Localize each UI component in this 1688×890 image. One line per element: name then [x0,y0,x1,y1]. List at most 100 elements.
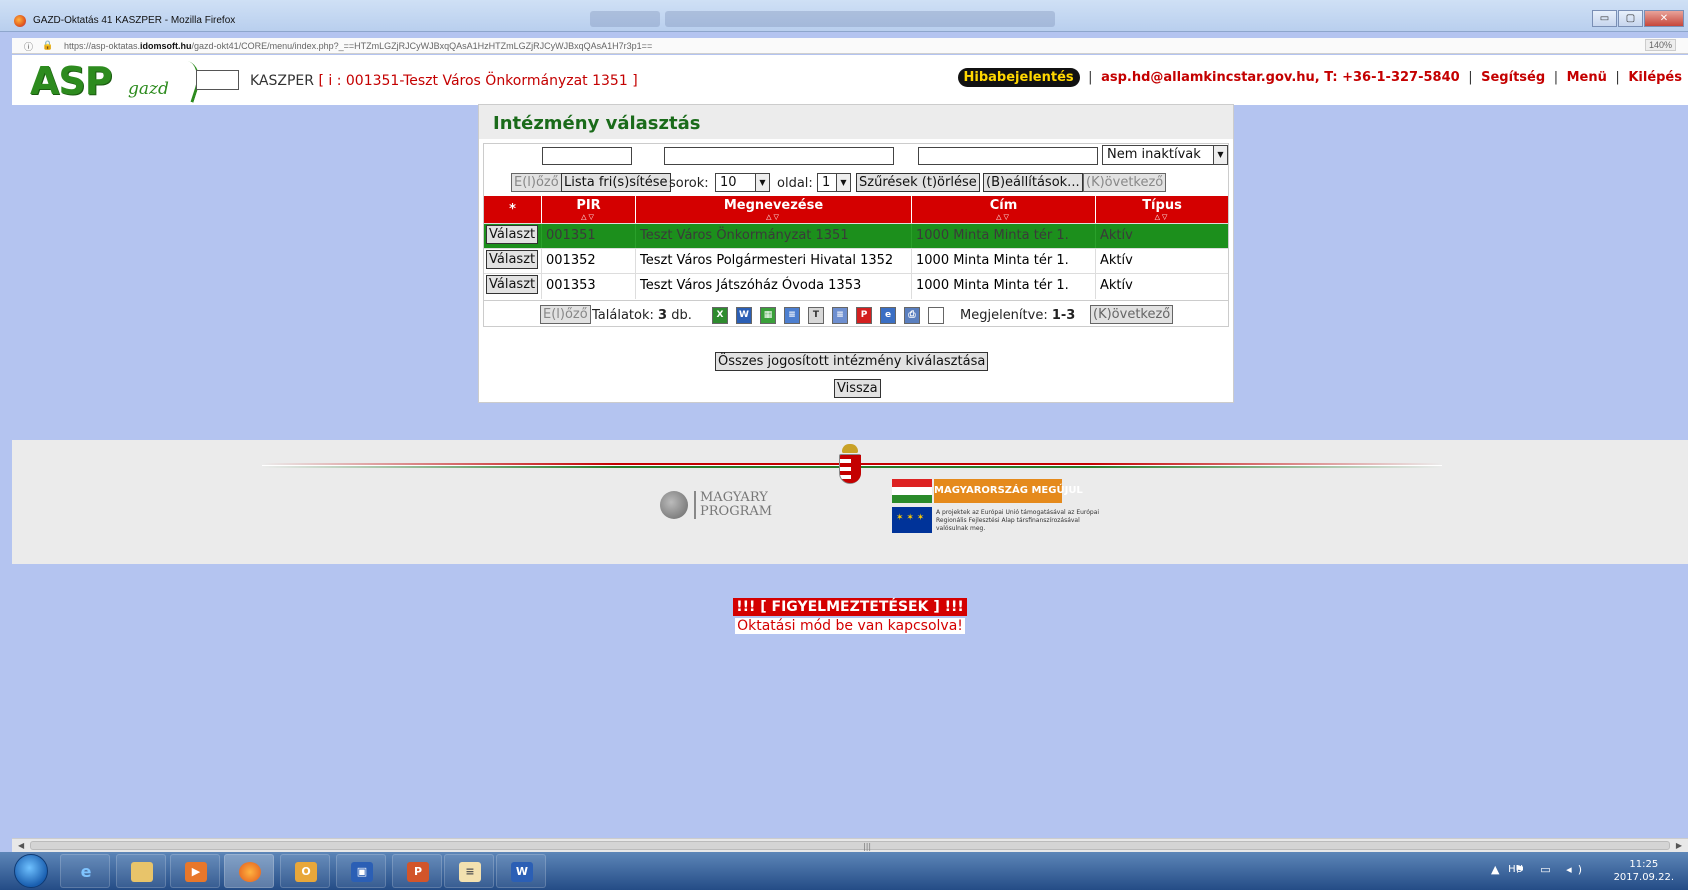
table-header: * PIR △▽ Megnevezése △▽ Cím △▽ Típus △▽ [484,196,1228,223]
blank-document-icon[interactable] [928,307,944,324]
minimize-button[interactable]: ▭ [1592,10,1617,27]
sort-arrows-icon[interactable]: △▽ [1096,213,1228,221]
cell-name: Teszt Város Játszóház Óvoda 1353 [636,274,912,299]
eu-flag-icon [892,507,932,533]
zoom-indicator[interactable]: 140% [1644,39,1676,51]
cell-type: Aktív [1100,253,1133,268]
taskbar-outlook[interactable]: O [280,854,330,888]
address-bar[interactable]: ⓘ 🔒 https://asp-oktatas.idomsoft.hu/gazd… [12,38,1688,54]
text-export-icon[interactable]: T [808,307,824,324]
word-export-icon[interactable]: W [736,307,752,324]
status-filter-select[interactable]: Nem inaktívak ▼ [1102,145,1228,165]
word-icon: W [511,862,533,882]
sort-arrows-icon[interactable]: △▽ [912,213,1095,221]
excel-export-icon[interactable]: X [712,307,728,324]
taskbar-explorer[interactable] [116,854,166,888]
info-icon[interactable]: ⓘ [24,40,33,53]
window-title: GAZD-Oktatás 41 KASZPER - Mozilla Firefo… [33,15,236,26]
taskbar-word[interactable]: W [496,854,546,888]
warning-message: Oktatási mód be van kapcsolva! [735,618,965,634]
taskbar-ie[interactable]: e [60,854,110,888]
prev-page-button[interactable]: E(l)őző [540,305,591,324]
scroll-right-icon[interactable]: ▶ [1676,841,1682,850]
hungary-flag-icon [892,479,932,503]
media-player-icon: ▶ [185,862,207,882]
logout-link[interactable]: Kilépés [1628,70,1682,85]
support-contact-link[interactable]: asp.hd@allamkincstar.gov.hu, T: +36-1-32… [1101,70,1460,85]
spreadsheet-export-icon[interactable]: ▦ [760,307,776,324]
maximize-button[interactable]: ▢ [1618,10,1643,27]
taskbar-firefox[interactable] [224,854,274,888]
module-input[interactable] [196,70,239,90]
windows-taskbar: e ▶ O ▣ P ≡ W HU ▲ ⚑ ▭ ◂) 11:25 2017.09.2… [0,852,1688,890]
powerpoint-icon: P [407,862,429,882]
window-controls: ▭ ▢ ✕ [1591,10,1684,27]
save-icon: ▣ [351,862,373,882]
menu-link[interactable]: Menü [1567,70,1607,85]
clear-filters-button[interactable]: Szűrések (t)örlése [856,173,980,192]
col-name[interactable]: Megnevezése △▽ [636,196,912,223]
background-window-tab [590,11,660,27]
table-row[interactable]: Választ 001351 Teszt Város Önkormányzat … [484,223,1228,249]
start-button[interactable] [14,854,48,888]
select-row-button[interactable]: Választ [486,250,539,269]
bug-report-button[interactable]: Hibabejelentés [957,68,1080,87]
col-address[interactable]: Cím △▽ [912,196,1096,223]
taskbar-save[interactable]: ▣ [336,854,386,888]
taskbar-media[interactable]: ▶ [170,854,220,888]
back-button[interactable]: Vissza [834,379,881,398]
url-text[interactable]: https://asp-oktatas.idomsoft.hu/gazd-okt… [64,41,652,51]
cell-address: 1000 Minta Minta tér 1. [912,249,1096,274]
close-button[interactable]: ✕ [1644,10,1684,27]
scrollbar-thumb[interactable]: ||| [30,841,1670,851]
institution-label: [ i : 001351-Teszt Város Önkormányzat 13… [318,73,638,89]
prev-page-button[interactable]: E(l)őző [511,173,562,192]
address-filter-input[interactable] [918,147,1098,165]
document-export-icon[interactable]: ≡ [784,307,800,324]
help-link[interactable]: Segítség [1481,70,1545,85]
clock[interactable]: 11:25 2017.09.22. [1614,858,1674,884]
grid-toolbar: E(l)őző Lista fri(s)sítése sorok: 10 ▼ ol… [484,170,1228,194]
header-links: Hibabejelentés | asp.hd@allamkincstar.go… [957,68,1682,87]
select-row-button[interactable]: Választ [486,225,539,244]
pdf-export-icon[interactable]: P [856,307,872,324]
internet-explorer-icon: e [80,862,92,881]
next-page-button[interactable]: (K)övetkező [1090,305,1174,324]
horizontal-scrollbar[interactable]: ◀ ||| ▶ [12,838,1688,852]
lock-icon[interactable]: 🔒 [42,40,53,51]
outlook-icon: O [295,862,317,882]
settings-button[interactable]: (B)eállítások... [983,173,1083,192]
scroll-left-icon[interactable]: ◀ [18,841,24,850]
refresh-list-button[interactable]: Lista fri(s)sítése [561,173,671,192]
tray-icons[interactable]: ▲ ⚑ ▭ ◂) [1491,863,1588,876]
rows-per-page-select[interactable]: 10 ▼ [715,173,770,192]
app-context: KASZPER [ i : 001351-Teszt Város Önkormá… [250,73,638,89]
page-select[interactable]: 1 ▼ [817,173,851,192]
pir-filter-input[interactable] [542,147,632,165]
taskbar-powerpoint[interactable]: P [392,854,442,888]
cell-pir: 001351 [542,224,636,249]
taskbar-notepad[interactable]: ≡ [444,854,494,888]
cell-address: 1000 Minta Minta tér 1. [912,224,1096,249]
filter-row: Nem inaktívak ▼ [484,144,1228,168]
results-count: Találatok: 3 db. [592,308,692,323]
table-row[interactable]: Választ 001352 Teszt Város Polgármesteri… [484,248,1228,274]
select-all-institutions-button[interactable]: Összes jogosított intézmény kiválasztása [715,352,989,371]
firefox-icon [14,15,26,27]
print-icon[interactable]: ⎙ [904,307,920,324]
select-row-button[interactable]: Választ [486,275,539,294]
export-icons: X W ▦ ≡ T ≡ P e ⎙ [712,307,952,324]
html-export-icon[interactable]: e [880,307,896,324]
table-row[interactable]: Választ 001353 Teszt Város Játszóház Óvo… [484,273,1228,299]
firefox-icon [239,862,261,882]
cell-pir: 001353 [542,274,636,299]
name-filter-input[interactable] [664,147,894,165]
col-pir[interactable]: PIR △▽ [542,196,636,223]
asp-gazd-logo: ASP gazd [30,57,206,103]
col-type[interactable]: Típus △▽ [1096,196,1228,223]
sort-arrows-icon[interactable]: △▽ [542,213,635,221]
institution-table: * PIR △▽ Megnevezése △▽ Cím △▽ Típus △▽ Vála… [484,196,1228,299]
sort-arrows-icon[interactable]: △▽ [636,213,911,221]
rtf-export-icon[interactable]: ≡ [832,307,848,324]
next-page-button[interactable]: (K)övetkező [1083,173,1167,192]
